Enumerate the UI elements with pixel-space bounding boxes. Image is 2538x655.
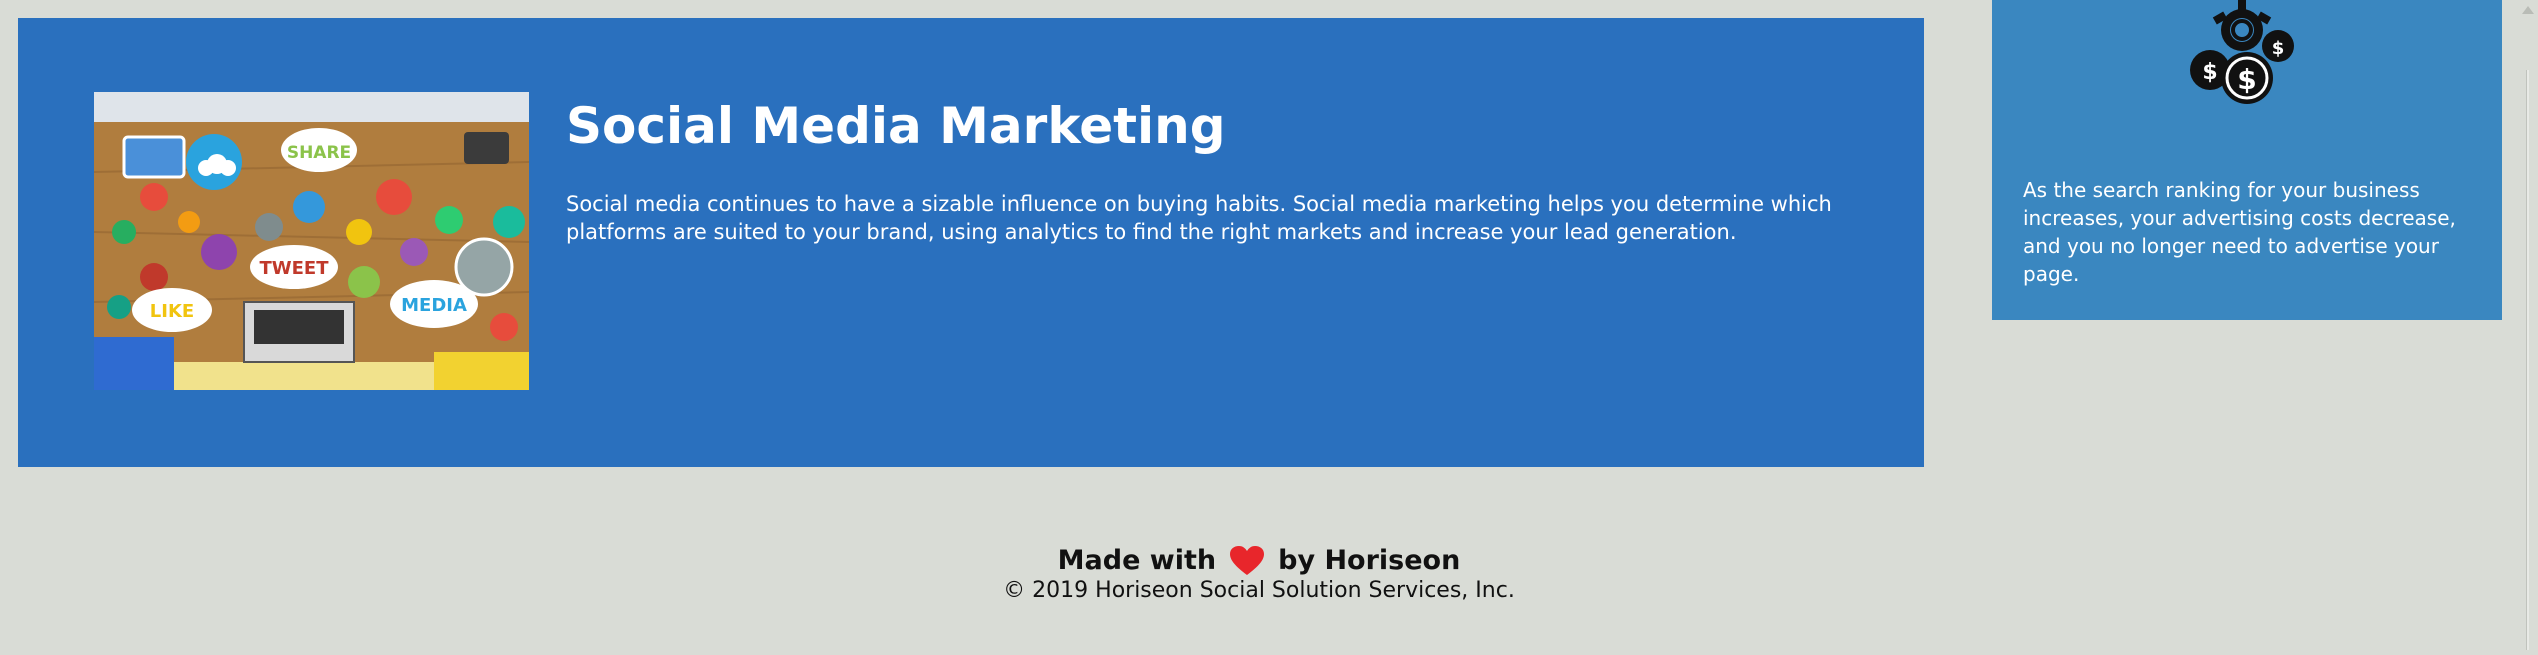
section-text: Social Media Marketing Social media cont… bbox=[566, 92, 1848, 246]
benefit-card-cost-management: $ $ $ As the search ranking for your bus… bbox=[1992, 0, 2502, 320]
bubble-like: LIKE bbox=[150, 301, 194, 322]
made-with-prefix: Made with bbox=[1057, 545, 1217, 576]
svg-text:$: $ bbox=[2272, 38, 2285, 59]
collage-illustration: SHARE TWEET LIKE MEDIA bbox=[94, 92, 529, 390]
social-media-collage-image: SHARE TWEET LIKE MEDIA bbox=[94, 92, 529, 390]
footer: Made with by Horiseon © 2019 Horiseon So… bbox=[0, 545, 2518, 603]
made-with-line: Made with by Horiseon bbox=[1058, 545, 1461, 576]
section-title: Social Media Marketing bbox=[566, 97, 1226, 155]
section-body: Social media continues to have a sizable… bbox=[566, 191, 1832, 244]
bubble-share: SHARE bbox=[287, 143, 351, 163]
made-with-suffix: by Horiseon bbox=[1278, 545, 1461, 576]
svg-text:$: $ bbox=[2202, 60, 2217, 85]
copyright-text: © 2019 Horiseon Social Solution Services… bbox=[1003, 578, 1515, 603]
svg-text:$: $ bbox=[2237, 63, 2256, 96]
scrollbar-thumb[interactable] bbox=[2526, 70, 2529, 650]
social-media-marketing-section: SHARE TWEET LIKE MEDIA Social Media Mark… bbox=[18, 18, 1924, 467]
heart-icon bbox=[1230, 545, 1265, 575]
bubble-media: MEDIA bbox=[401, 295, 467, 316]
vertical-scrollbar[interactable] bbox=[2518, 0, 2538, 655]
benefit-description: As the search ranking for your business … bbox=[2023, 178, 2456, 286]
bubble-tweet: TWEET bbox=[259, 258, 329, 279]
page: $ $ $ As the search ranking for your bus… bbox=[0, 0, 2538, 655]
money-gear-icon: $ $ $ bbox=[2190, 0, 2294, 104]
scroll-up-arrow-icon[interactable] bbox=[2522, 6, 2534, 14]
